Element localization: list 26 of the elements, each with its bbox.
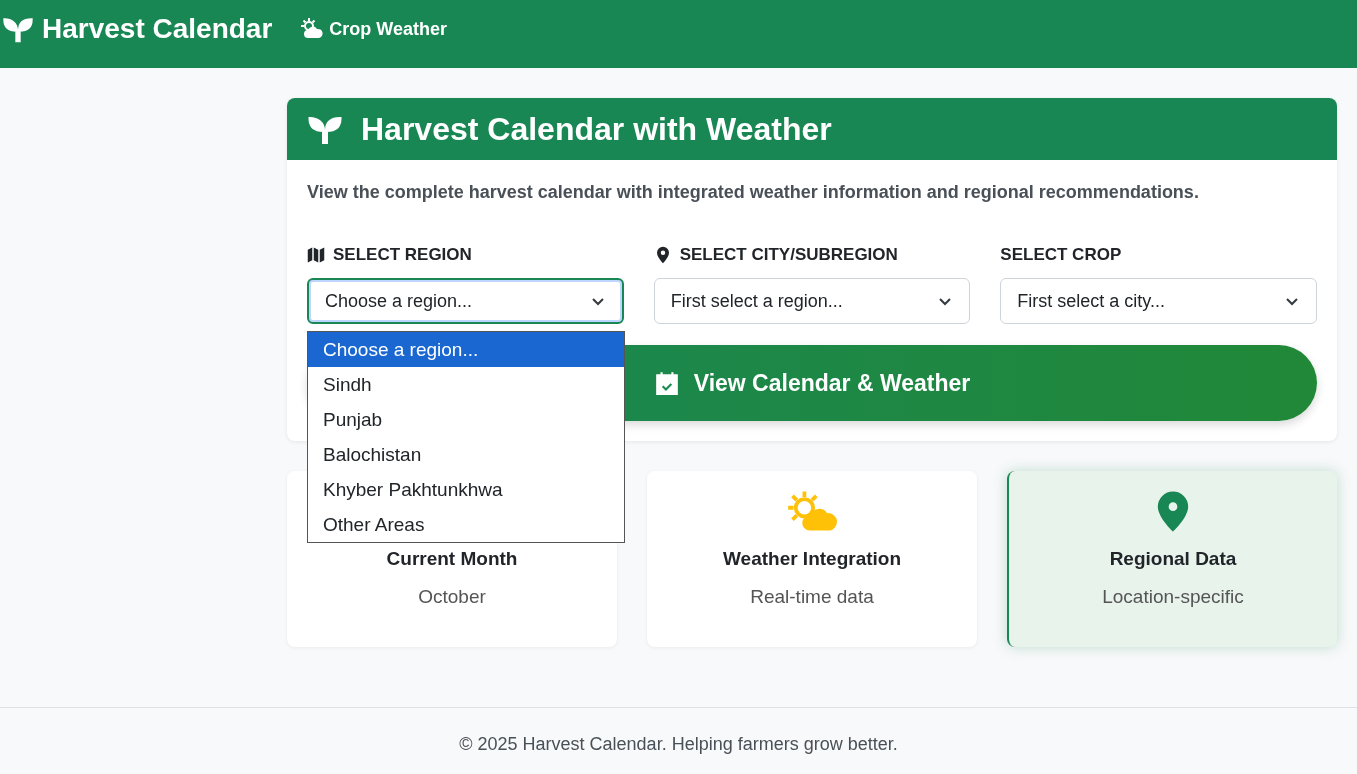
dropdown-option[interactable]: Khyber Pakhtunkhwa xyxy=(308,472,624,507)
dropdown-option[interactable]: Balochistan xyxy=(308,437,624,472)
panel-title: Harvest Calendar with Weather xyxy=(361,110,832,148)
feature-value: Location-specific xyxy=(1102,586,1244,608)
select-field[interactable]: First select a region... xyxy=(653,278,971,324)
feature-title: Regional Data xyxy=(1109,548,1237,570)
brand-link[interactable]: Harvest Calendar xyxy=(2,13,273,45)
dropdown-option[interactable]: Other Areas xyxy=(308,507,624,542)
map-icon xyxy=(307,246,325,264)
feature-title: Current Month xyxy=(386,548,518,570)
select-field[interactable]: Choose a region... xyxy=(307,278,624,324)
sun-cloud-icon xyxy=(786,489,838,533)
dropdown-option[interactable]: Sindh xyxy=(308,367,624,402)
dropdown-option[interactable]: Choose a region... xyxy=(308,332,624,367)
feature-value: Real-time data xyxy=(750,586,874,608)
field-label: SELECT CROP xyxy=(1000,245,1122,265)
field-label: SELECT CITY/SUBREGION xyxy=(679,245,898,265)
description: View the complete harvest calendar with integrated weather information and regional recommendations. xyxy=(307,182,1200,203)
feature-title: Weather Integration xyxy=(722,548,902,570)
select-field[interactable]: First select a city... xyxy=(1000,278,1317,324)
feature-value: October xyxy=(418,586,486,608)
sun-cloud-icon xyxy=(300,17,325,41)
calendar-check-icon xyxy=(653,370,680,396)
nav-link[interactable]: Crop Weather xyxy=(300,17,448,41)
footer-text: © 2025 Harvest Calendar. Helping farmers grow better. xyxy=(459,734,898,754)
field-label: SELECT REGION xyxy=(333,245,472,265)
